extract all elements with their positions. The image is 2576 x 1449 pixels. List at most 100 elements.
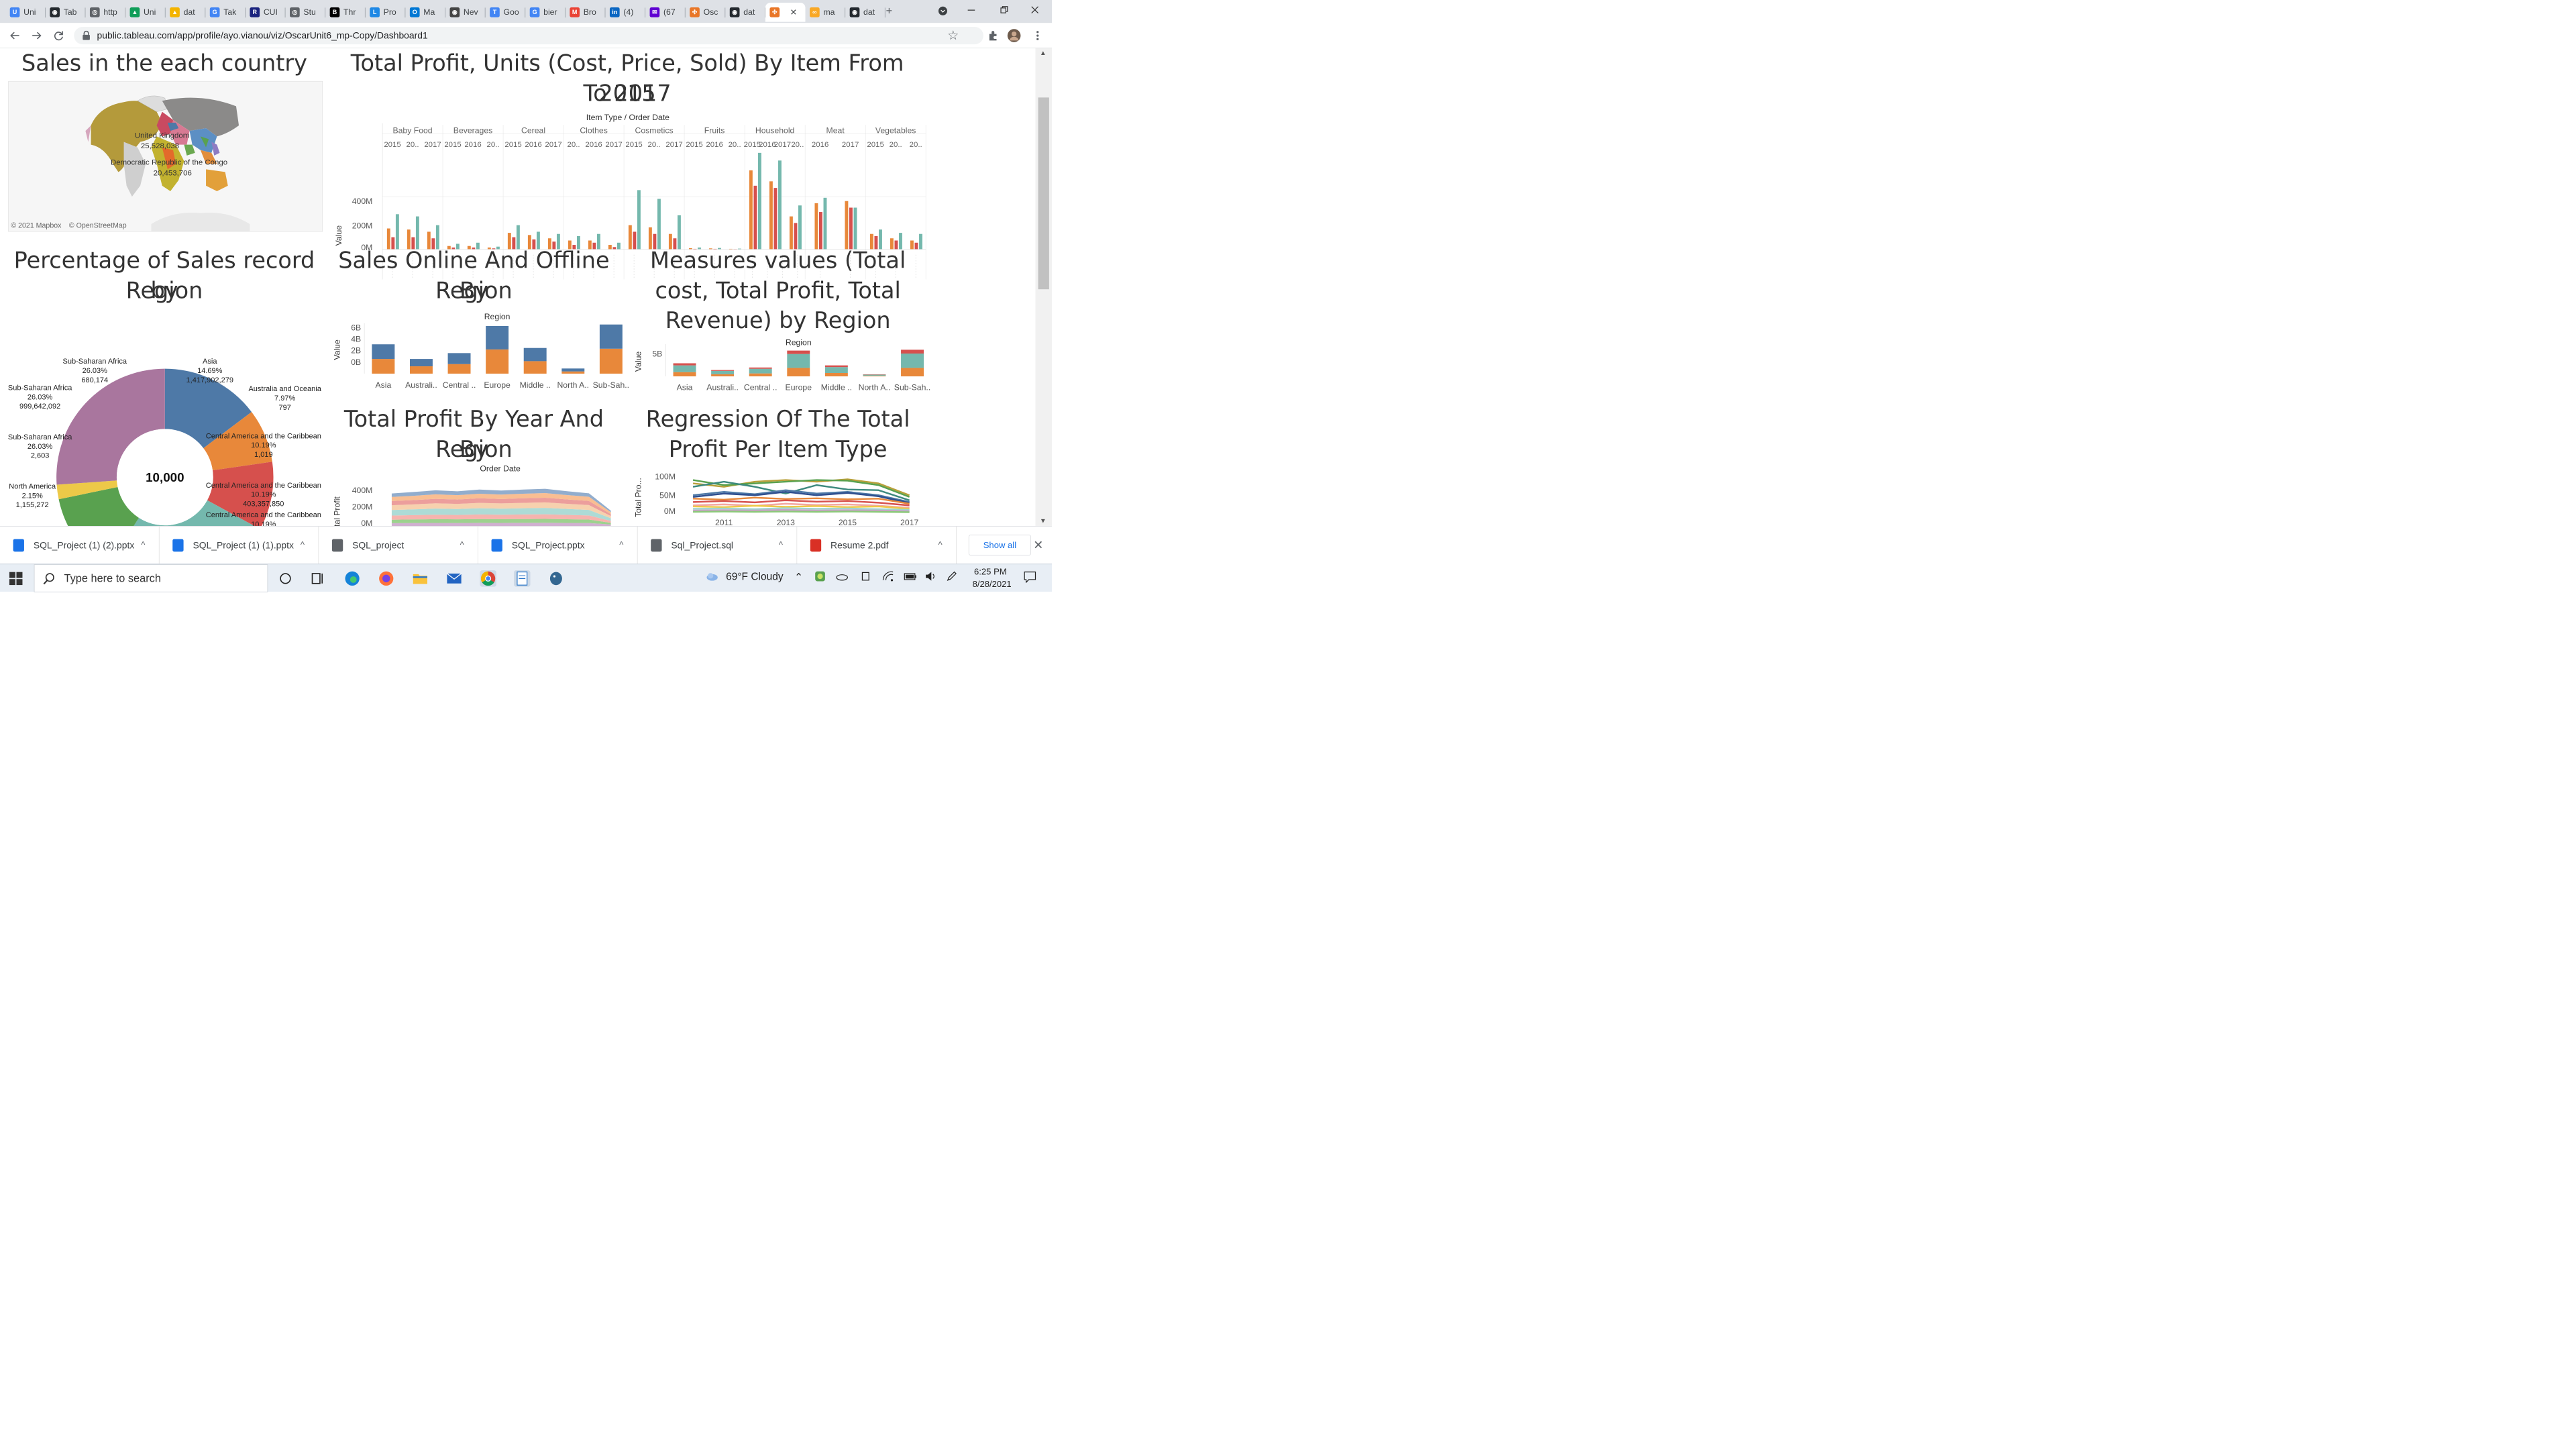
show-hidden-icons[interactable]: ⌃ bbox=[794, 571, 803, 583]
chrome-icon[interactable] bbox=[480, 570, 496, 587]
browser-tab[interactable]: ✣ ✕ bbox=[765, 3, 806, 22]
weather-icon[interactable] bbox=[706, 571, 719, 584]
download-menu-chevron-icon[interactable]: ^ bbox=[619, 539, 623, 549]
profit-units-bar[interactable] bbox=[628, 225, 632, 250]
stacked-bar-segment[interactable] bbox=[711, 370, 735, 371]
online-offline-chart[interactable]: Region Value Asia Australi.. Central .. Europ… bbox=[331, 309, 633, 390]
stacked-bar-segment[interactable] bbox=[749, 367, 772, 369]
regression-line[interactable] bbox=[693, 511, 910, 513]
map-attribution-mapbox[interactable]: © 2021 Mapbox bbox=[11, 221, 61, 230]
notification-icon[interactable] bbox=[1024, 571, 1037, 586]
browser-tab[interactable]: ◎ http bbox=[85, 3, 126, 22]
stacked-bar-segment[interactable] bbox=[787, 350, 810, 354]
stacked-bar-segment[interactable] bbox=[447, 353, 471, 364]
browser-tab[interactable]: ∞ ma bbox=[805, 3, 846, 22]
stacked-bar-segment[interactable] bbox=[523, 361, 547, 374]
profit-units-bar[interactable] bbox=[758, 152, 761, 250]
browser-tab[interactable]: ✉ (67 bbox=[645, 3, 686, 22]
extensions-icon[interactable] bbox=[986, 28, 1000, 42]
browser-tab[interactable]: in (4) bbox=[605, 3, 646, 22]
profit-units-bar[interactable] bbox=[823, 197, 827, 250]
profit-units-bar[interactable] bbox=[919, 233, 922, 250]
stacked-bar-segment[interactable] bbox=[711, 370, 735, 374]
download-item[interactable]: Sql_Project.sql ^ bbox=[638, 526, 798, 565]
browser-tab[interactable]: ▲ dat bbox=[166, 3, 206, 22]
scroll-up-arrow[interactable]: ▲ bbox=[1040, 49, 1046, 56]
stacked-bar-segment[interactable] bbox=[523, 347, 547, 362]
profit-units-bar[interactable] bbox=[818, 212, 822, 250]
download-item[interactable]: Resume 2.pdf ^ bbox=[797, 526, 957, 565]
profit-units-bar[interactable] bbox=[633, 231, 637, 250]
profit-units-bar[interactable] bbox=[415, 216, 419, 250]
measures-chart[interactable]: Region Value Asia Australi.. Central .. Europ… bbox=[633, 339, 934, 394]
map-panel[interactable]: United Kingdom 25,528,038 Democratic Rep… bbox=[8, 80, 323, 232]
browser-tab[interactable]: ▲ Uni bbox=[125, 3, 166, 22]
profit-units-bar[interactable] bbox=[753, 185, 757, 250]
regression-line-chart[interactable]: Total Pro... 100M 50M 0M 2011 2013 2015 2017 bbox=[633, 465, 934, 526]
back-button[interactable] bbox=[7, 28, 21, 42]
browser-tab[interactable]: ✣ Osc bbox=[686, 3, 726, 22]
stacked-bar-segment[interactable] bbox=[599, 324, 623, 349]
postgres-icon[interactable] bbox=[548, 570, 564, 586]
url-field[interactable]: public.tableau.com/app/profile/ayo.viano… bbox=[74, 27, 983, 45]
mail-icon[interactable] bbox=[446, 570, 462, 586]
weather-text[interactable]: 69°F Cloudy bbox=[726, 571, 784, 583]
stacked-bar-segment[interactable] bbox=[409, 359, 433, 367]
profit-units-bar[interactable] bbox=[814, 203, 818, 250]
profit-units-bar[interactable] bbox=[769, 181, 773, 250]
volume-icon[interactable] bbox=[925, 571, 937, 584]
reload-button[interactable] bbox=[52, 28, 66, 42]
file-explorer-icon[interactable] bbox=[412, 570, 428, 586]
pen-icon[interactable] bbox=[946, 571, 957, 584]
download-menu-chevron-icon[interactable]: ^ bbox=[460, 539, 464, 549]
page-scrollbar[interactable]: ▲ ▼ bbox=[1035, 48, 1052, 526]
restore-button[interactable] bbox=[997, 3, 1011, 17]
browser-tab[interactable]: O Ma bbox=[405, 3, 445, 22]
region-donut-chart[interactable]: 10,000 Asia 14.69% 1,417,902,279 Australia a… bbox=[0, 309, 329, 526]
minimize-button[interactable] bbox=[964, 3, 978, 17]
browser-tab[interactable]: T Goo bbox=[486, 3, 526, 22]
stacked-bar-segment[interactable] bbox=[901, 354, 924, 368]
stacked-bar-segment[interactable] bbox=[901, 368, 924, 377]
profile-avatar[interactable] bbox=[1007, 28, 1021, 42]
cortana-icon[interactable] bbox=[277, 570, 293, 586]
bookmark-star-icon[interactable]: ☆ bbox=[947, 28, 959, 43]
stacked-bar-segment[interactable] bbox=[409, 366, 433, 374]
stacked-bar-segment[interactable] bbox=[372, 344, 395, 360]
download-menu-chevron-icon[interactable]: ^ bbox=[938, 539, 943, 549]
start-button[interactable] bbox=[9, 572, 23, 586]
stacked-bar-segment[interactable] bbox=[749, 373, 772, 377]
download-menu-chevron-icon[interactable]: ^ bbox=[141, 539, 145, 549]
stacked-bar-segment[interactable] bbox=[599, 348, 623, 374]
browser-tab[interactable]: ◎ Stu bbox=[285, 3, 326, 22]
browser-tab[interactable]: B Thr bbox=[325, 3, 366, 22]
notepad-icon[interactable] bbox=[514, 570, 531, 587]
browser-tab[interactable]: ◉ dat bbox=[845, 3, 885, 22]
browser-tab[interactable]: ◉ Nev bbox=[445, 3, 486, 22]
browser-tab[interactable]: ◉ dat bbox=[725, 3, 765, 22]
browser-tab[interactable]: Gbier bbox=[525, 3, 566, 22]
browser-tab[interactable]: R CUI bbox=[246, 3, 286, 22]
browser-tab[interactable]: U Uni bbox=[5, 3, 46, 22]
stacked-bar-segment[interactable] bbox=[863, 374, 886, 376]
taskbar-search-input[interactable]: Type here to search bbox=[34, 564, 268, 592]
profit-year-area-chart[interactable]: Order Date otal Profit 400M 200M 0M bbox=[331, 465, 633, 526]
tab-search-icon[interactable] bbox=[936, 4, 950, 18]
device-icon[interactable] bbox=[860, 571, 871, 584]
stacked-bar-segment[interactable] bbox=[561, 368, 585, 372]
profit-units-bar[interactable] bbox=[845, 201, 849, 250]
profit-units-bar[interactable] bbox=[657, 199, 661, 250]
stacked-bar-segment[interactable] bbox=[673, 372, 696, 377]
profit-units-bar[interactable] bbox=[849, 207, 853, 250]
download-menu-chevron-icon[interactable]: ^ bbox=[301, 539, 305, 549]
stacked-bar-segment[interactable] bbox=[901, 350, 924, 354]
stacked-bar-segment[interactable] bbox=[824, 365, 848, 368]
show-all-button[interactable]: Show all bbox=[968, 535, 1031, 556]
download-item[interactable]: SQL_Project.pptx ^ bbox=[478, 526, 638, 565]
stacked-bar-segment[interactable] bbox=[372, 359, 395, 374]
stacked-bar-segment[interactable] bbox=[749, 368, 772, 374]
download-item[interactable]: SQL_project ^ bbox=[319, 526, 478, 565]
close-downloads-button[interactable]: ✕ bbox=[1033, 538, 1043, 552]
profit-units-bar[interactable] bbox=[789, 216, 793, 250]
edge-icon[interactable] bbox=[344, 570, 360, 586]
